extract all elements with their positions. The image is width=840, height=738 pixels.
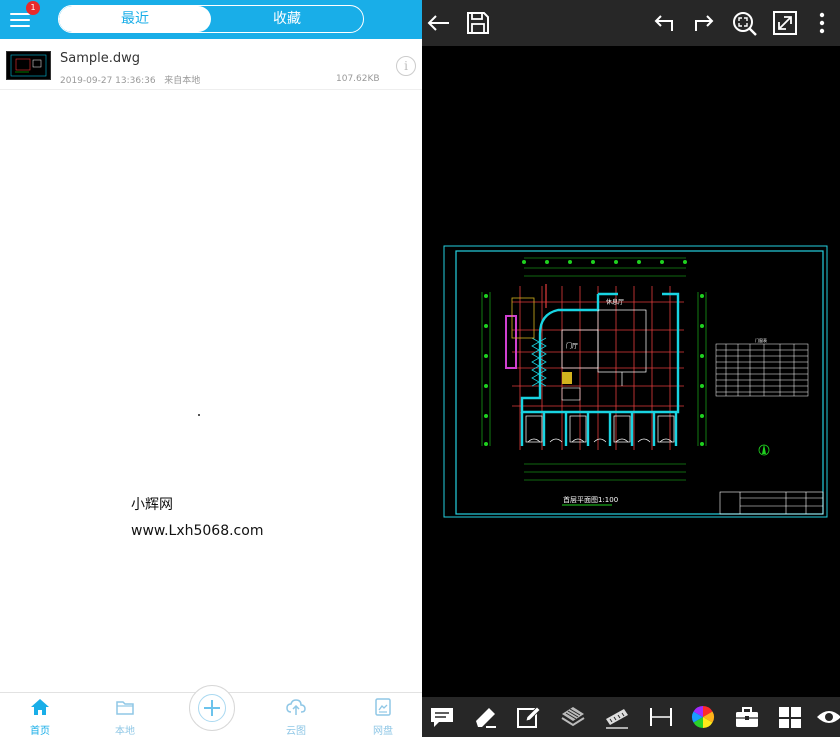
dwg-thumbnail bbox=[6, 51, 51, 80]
table-title: 门窗表 bbox=[755, 337, 767, 343]
viewer-bottom-toolbar bbox=[422, 697, 840, 737]
file-modified-time: 2019-09-27 13:36:36 bbox=[60, 76, 156, 86]
file-source: 来自本地 bbox=[164, 76, 201, 86]
view-eye-icon[interactable] bbox=[816, 705, 840, 729]
watermark-line-1: 小辉网 bbox=[131, 497, 173, 513]
cad-drawing: 休息厅 门厅 首层平面图1:100 门窗表 bbox=[443, 245, 828, 518]
nav-cloud[interactable]: 云图 bbox=[266, 693, 326, 738]
viewer-top-toolbar bbox=[422, 0, 840, 46]
dimension-icon[interactable] bbox=[648, 705, 674, 729]
bottom-nav-bar: 首页 本地 云图 网盘 bbox=[0, 685, 422, 738]
edit-icon[interactable] bbox=[516, 705, 542, 729]
layers-icon[interactable] bbox=[560, 705, 586, 729]
room-label-lobby: 门厅 bbox=[566, 342, 578, 350]
cloud-upload-icon bbox=[286, 699, 306, 715]
tab-favorites[interactable]: 收藏 bbox=[211, 6, 363, 32]
redo-icon[interactable] bbox=[690, 9, 718, 37]
home-icon bbox=[31, 699, 49, 715]
watermark-line-2: www.Lxh5068.com bbox=[131, 523, 264, 539]
add-icon[interactable] bbox=[189, 685, 235, 731]
netdisk-icon bbox=[375, 698, 391, 716]
cad-viewer-panel: 休息厅 门厅 首层平面图1:100 门窗表 bbox=[422, 0, 840, 737]
undo-icon[interactable] bbox=[650, 9, 678, 37]
nav-netdisk-label: 网盘 bbox=[373, 726, 393, 737]
zoom-extents-icon[interactable] bbox=[730, 9, 758, 37]
markup-pen-icon[interactable] bbox=[472, 705, 498, 729]
info-icon[interactable]: i bbox=[396, 56, 416, 76]
file-browser-panel: 1 最近 收藏 Sample.dwg 2019-09-27 13:36:36 来… bbox=[0, 0, 422, 737]
nav-netdisk[interactable]: 网盘 bbox=[353, 693, 413, 738]
file-name: Sample.dwg bbox=[60, 51, 141, 66]
stray-dot bbox=[198, 414, 200, 416]
tab-recent[interactable]: 最近 bbox=[59, 6, 211, 32]
tab-switcher: 最近 收藏 bbox=[58, 5, 364, 33]
comment-icon[interactable] bbox=[429, 705, 455, 729]
more-vertical-icon[interactable] bbox=[808, 9, 836, 37]
folder-icon bbox=[116, 701, 134, 715]
nav-home-label: 首页 bbox=[30, 726, 50, 737]
room-label-lounge: 休息厅 bbox=[606, 298, 624, 306]
file-list-item[interactable]: Sample.dwg 2019-09-27 13:36:36 来自本地 107.… bbox=[0, 40, 422, 90]
nav-local[interactable]: 本地 bbox=[95, 693, 155, 738]
title-block bbox=[719, 491, 824, 515]
nav-cloud-label: 云图 bbox=[286, 726, 306, 737]
nav-local-label: 本地 bbox=[115, 726, 135, 737]
color-wheel-icon[interactable] bbox=[690, 705, 716, 729]
fullscreen-icon[interactable] bbox=[771, 9, 799, 37]
door-window-table bbox=[715, 343, 809, 397]
watermark-text: 小辉网 www.Lxh5068.com bbox=[131, 492, 263, 544]
drawing-title: 首层平面图1:100 bbox=[563, 495, 618, 504]
drawing-canvas[interactable]: 休息厅 门厅 首层平面图1:100 门窗表 bbox=[422, 46, 840, 696]
file-meta: 2019-09-27 13:36:36 来自本地 bbox=[60, 73, 200, 86]
app-header: 1 最近 收藏 bbox=[0, 0, 422, 39]
notification-badge: 1 bbox=[26, 1, 40, 15]
layout-grid-icon[interactable] bbox=[777, 705, 803, 729]
file-size: 107.62KB bbox=[336, 74, 380, 84]
toolbox-icon[interactable] bbox=[734, 705, 760, 729]
nav-home[interactable]: 首页 bbox=[10, 693, 70, 738]
save-icon[interactable] bbox=[464, 9, 492, 37]
back-arrow-icon[interactable] bbox=[425, 9, 453, 37]
measure-ruler-icon[interactable] bbox=[604, 705, 630, 729]
